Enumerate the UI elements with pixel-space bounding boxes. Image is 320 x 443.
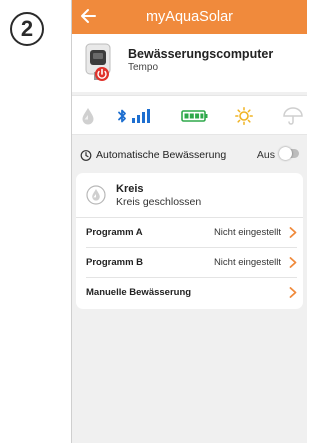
water-drop-icon	[82, 108, 94, 125]
bluetooth-icon	[118, 109, 126, 123]
signal-strength-icon	[132, 109, 150, 123]
automatic-watering-toggle[interactable]	[279, 147, 299, 160]
automatic-watering-row: Automatische Bewässerung Aus	[72, 141, 307, 169]
circuit-card: Kreis Kreis geschlossen Programm A Nicht…	[76, 173, 303, 309]
manual-watering-row[interactable]: Manuelle Bewässerung	[86, 278, 297, 307]
automatic-watering-label: Automatische Bewässerung	[96, 149, 227, 161]
circuit-water-icon	[86, 185, 106, 205]
program-b-row[interactable]: Programm B Nicht eingestellt	[86, 248, 297, 278]
sun-icon	[235, 107, 253, 125]
program-a-row[interactable]: Programm A Nicht eingestellt	[86, 218, 297, 248]
automatic-watering-state: Aus	[256, 149, 275, 161]
device-name: Bewässerungscomputer	[128, 47, 274, 61]
back-arrow-icon[interactable]	[78, 5, 100, 27]
step-number-badge: 2	[10, 12, 44, 46]
status-bar	[72, 95, 307, 135]
manual-watering-label: Manuelle Bewässerung	[86, 287, 192, 298]
umbrella-icon	[283, 107, 303, 125]
circuit-name: Kreis	[116, 182, 144, 195]
circuit-header: Kreis Kreis geschlossen	[76, 173, 303, 218]
device-header: Bewässerungscomputer Tempo	[72, 34, 307, 92]
chevron-right-icon	[289, 287, 297, 298]
program-b-value: Nicht eingestellt	[213, 257, 281, 268]
program-a-label: Programm A	[86, 227, 143, 238]
toggle-knob	[279, 147, 292, 160]
device-model: Tempo	[128, 62, 159, 73]
battery-icon	[181, 110, 208, 122]
timer-icon	[80, 150, 92, 161]
app-bar: myAquaSolar	[72, 0, 307, 34]
irrigation-computer-icon	[85, 43, 111, 81]
app-title: myAquaSolar	[145, 9, 234, 25]
program-b-label: Programm B	[86, 257, 144, 268]
chevron-right-icon	[289, 257, 297, 268]
phone-screen: myAquaSolar Bewässerungscomputer Tempo A…	[71, 0, 307, 443]
chevron-right-icon	[289, 227, 297, 238]
circuit-status: Kreis geschlossen	[116, 195, 202, 208]
program-a-value: Nicht eingestellt	[213, 227, 281, 238]
